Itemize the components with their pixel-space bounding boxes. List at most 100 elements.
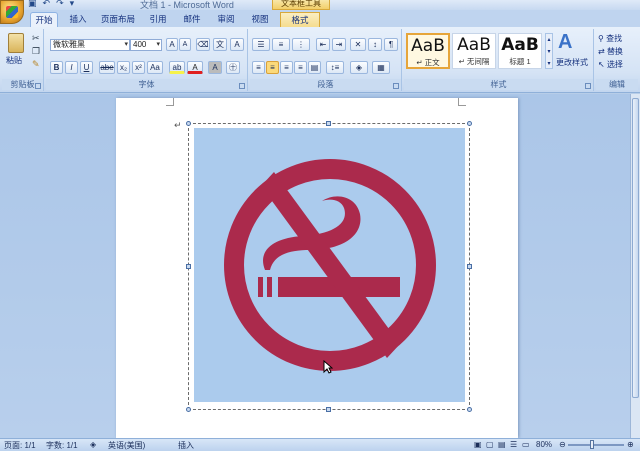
resize-handle-top[interactable] [326,121,331,126]
change-styles-icon[interactable]: A [558,31,572,54]
bold-button[interactable]: B [50,61,63,74]
clipboard-group: 粘贴 ✂ ❐ ✎ 剪贴板 [2,29,44,91]
font-group: 微软雅黑 ▾ 400 ▾ A A ⌫ 文 A B I U abe x₂ x² Aa … [46,29,248,91]
editing-group: ⚲ 查找 ⇄ 替换 ↖ 选择 编辑 [596,29,638,91]
strikethrough-button[interactable]: abe [99,61,115,74]
chinese-layout-button[interactable]: ✕ [350,38,366,51]
clipboard-launcher-icon[interactable] [35,83,41,89]
align-center-button[interactable]: ≡ [266,61,279,74]
page-count[interactable]: 页面: 1/1 [4,440,36,451]
increase-indent-button[interactable]: ⇥ [332,38,346,51]
zoom-level[interactable]: 80% [536,440,552,449]
tab-view[interactable]: 视图 [246,12,274,27]
web-layout-view-icon[interactable]: ▤ [498,440,506,449]
align-left-button[interactable]: ≡ [252,61,265,74]
style-normal[interactable]: AaB ↵ 正文 [406,33,450,69]
proofing-icon[interactable]: ◈ [90,440,96,449]
outline-view-icon[interactable]: ☰ [510,440,517,449]
resize-handle-bottom[interactable] [326,407,331,412]
customize-qat-icon[interactable]: ▾ [70,0,75,9]
zoom-slider-thumb[interactable] [590,440,594,449]
tab-review[interactable]: 审阅 [212,12,240,27]
select-button[interactable]: ↖ 选择 [598,59,623,70]
zoom-in-icon[interactable]: ⊕ [627,440,634,449]
resize-handle-top-left[interactable] [186,121,191,126]
bullets-button[interactable]: ☰ [252,38,270,51]
zoom-slider[interactable] [568,444,624,446]
shrink-font-button[interactable]: A [179,38,191,51]
font-name-field[interactable]: 微软雅黑 ▾ [50,39,130,51]
zoom-out-icon[interactable]: ⊖ [559,440,566,449]
char-shading-button[interactable]: A [208,61,222,74]
paragraph-group: ☰ ≡ ⋮ ⇤ ⇥ ✕ ↕ ¶ ≡ ≡ ≡ ≡ ▤ ↕≡ ◈ ▦ 段落 [250,29,402,91]
vertical-scrollbar[interactable] [630,94,640,438]
full-screen-view-icon[interactable]: ▢ [486,440,494,449]
italic-button[interactable]: I [65,61,78,74]
highlight-button[interactable]: ab [169,61,185,74]
borders-button[interactable]: ▦ [372,61,390,74]
superscript-button[interactable]: x² [132,61,145,74]
word-count[interactable]: 字数: 1/1 [46,440,78,451]
format-painter-icon[interactable]: ✎ [32,59,40,70]
paste-icon[interactable] [8,33,24,53]
sort-button[interactable]: ↕ [368,38,382,51]
ribbon-tabs: 开始 插入 页面布局 引用 邮件 审阅 视图 格式 [0,10,640,27]
underline-button[interactable]: U [80,61,93,74]
resize-handle-bottom-right[interactable] [467,407,472,412]
show-marks-button[interactable]: ¶ [384,38,398,51]
numbering-button[interactable]: ≡ [272,38,290,51]
crop-mark [166,98,174,106]
resize-handle-right[interactable] [467,264,472,269]
tab-format[interactable]: 格式 [280,12,320,27]
grow-font-button[interactable]: A [166,38,178,51]
resize-handle-bottom-left[interactable] [186,407,191,412]
status-bar: 页面: 1/1 字数: 1/1 ◈ 英语(美国) 插入 ▣ ▢ ▤ ☰ ▭ 80… [0,438,640,451]
print-layout-view-icon[interactable]: ▣ [474,440,482,449]
line-spacing-button[interactable]: ↕≡ [326,61,344,74]
cut-icon[interactable]: ✂ [32,33,40,44]
tab-home[interactable]: 开始 [30,12,58,27]
paste-label[interactable]: 粘贴 [6,55,22,66]
insert-mode[interactable]: 插入 [178,440,194,451]
chevron-down-icon: ▾ [124,41,128,48]
resize-handle-left[interactable] [186,264,191,269]
font-color-button[interactable]: A [187,61,203,74]
char-border-button[interactable]: A [230,38,244,51]
save-icon[interactable]: ▣ [28,0,37,9]
shading-button[interactable]: ◈ [350,61,368,74]
phonetic-guide-button[interactable]: 文 [213,38,227,51]
change-styles-button[interactable]: 更改样式 [552,57,592,68]
styles-group-label: 样式 [404,79,593,90]
tab-page-layout[interactable]: 页面布局 [98,12,138,27]
language[interactable]: 英语(美国) [108,440,145,451]
align-right-button[interactable]: ≡ [280,61,293,74]
font-size-field[interactable]: 400 ▾ [130,39,162,51]
justify-button[interactable]: ≡ [294,61,307,74]
distributed-button[interactable]: ▤ [308,61,321,74]
decrease-indent-button[interactable]: ⇤ [316,38,330,51]
subscript-button[interactable]: x₂ [117,61,130,74]
resize-handle-top-right[interactable] [467,121,472,126]
enclose-char-button[interactable]: ㊉ [226,61,240,74]
office-button[interactable] [0,0,24,24]
textbox-tools-header: 文本框工具 [272,0,330,10]
tab-insert[interactable]: 插入 [64,12,92,27]
style-heading-1[interactable]: AaB 标题 1 [498,33,542,69]
multilevel-list-button[interactable]: ⋮ [292,38,310,51]
font-launcher-icon[interactable] [239,83,245,89]
paragraph-mark: ↵ [174,120,182,130]
styles-launcher-icon[interactable] [585,83,591,89]
scrollbar-thumb[interactable] [632,98,639,398]
redo-icon[interactable]: ↷ [56,0,64,9]
tab-references[interactable]: 引用 [144,12,172,27]
clear-format-button[interactable]: ⌫ [196,38,210,51]
copy-icon[interactable]: ❐ [32,46,40,57]
find-button[interactable]: ⚲ 查找 [598,33,622,44]
draft-view-icon[interactable]: ▭ [522,440,530,449]
change-case-button[interactable]: Aa [147,61,163,74]
tab-mailings[interactable]: 邮件 [178,12,206,27]
paragraph-launcher-icon[interactable] [393,83,399,89]
replace-button[interactable]: ⇄ 替换 [598,46,623,57]
undo-icon[interactable]: ↶ [43,0,51,9]
style-no-spacing[interactable]: AaB ↵ 无间隔 [452,33,496,69]
